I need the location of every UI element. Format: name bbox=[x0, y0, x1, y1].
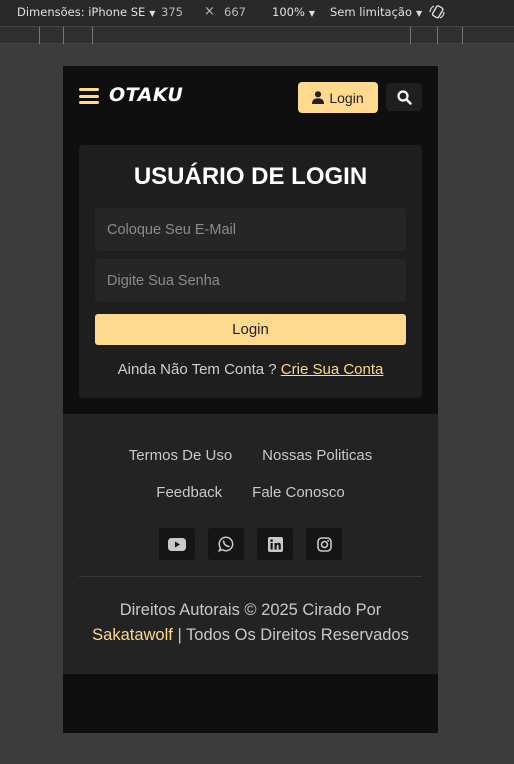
rotate-icon[interactable] bbox=[428, 3, 446, 21]
author-link[interactable]: Sakatawolf bbox=[92, 626, 173, 644]
brand-logo[interactable]: OTAKU bbox=[109, 84, 183, 106]
footer-link-terms[interactable]: Termos De Uso bbox=[129, 447, 232, 464]
login-submit-button[interactable]: Login bbox=[95, 314, 406, 345]
ruler-tick bbox=[39, 27, 40, 44]
login-title: USUÁRIO DE LOGIN bbox=[133, 163, 368, 190]
instagram-icon bbox=[316, 536, 332, 552]
chevron-down-icon: ▼ bbox=[415, 9, 423, 18]
footer-links-row: Termos De Uso Nossas Politicas bbox=[63, 447, 438, 464]
footer-divider bbox=[79, 576, 422, 577]
ruler-tick bbox=[410, 27, 411, 44]
copyright-line-2: Sakatawolf | Todos Os Direitos Reservado… bbox=[63, 623, 438, 648]
ruler-tick bbox=[63, 27, 64, 44]
throttle-label: Sem limitação bbox=[330, 5, 412, 19]
youtube-link[interactable] bbox=[159, 528, 195, 560]
copyright: Direitos Autorais © 2025 Cirado Por Saka… bbox=[63, 598, 438, 648]
footer-link-policies[interactable]: Nossas Politicas bbox=[262, 447, 372, 464]
chevron-down-icon: ▼ bbox=[308, 9, 316, 18]
copyright-line-1: Direitos Autorais © 2025 Cirado Por bbox=[119, 601, 382, 619]
youtube-icon bbox=[168, 537, 186, 551]
linkedin-link[interactable] bbox=[257, 528, 293, 560]
dimension-separator: × bbox=[204, 4, 215, 19]
devtools-device-toolbar: Dimensões: iPhone SE ▼ 375 × 667 100% ▼ Se… bbox=[0, 0, 514, 26]
search-icon bbox=[396, 89, 412, 105]
device-viewport: OTAKU Login USUÁRIO DE LOGIN Login Ainda… bbox=[63, 66, 438, 733]
signup-prompt: Ainda Não Tem Conta ? Crie Sua Conta bbox=[79, 361, 422, 378]
ruler-tick bbox=[437, 27, 438, 44]
whatsapp-link[interactable] bbox=[208, 528, 244, 560]
search-button[interactable] bbox=[386, 83, 422, 111]
footer-link-feedback[interactable]: Feedback bbox=[156, 484, 222, 501]
height-input[interactable]: 667 bbox=[224, 5, 246, 19]
footer-links-row: Feedback Fale Conosco bbox=[63, 484, 438, 501]
media-query-ruler bbox=[0, 26, 514, 44]
password-field[interactable] bbox=[95, 259, 406, 302]
chevron-down-icon: ▼ bbox=[149, 9, 156, 18]
device-select-label: Dimensões: iPhone SE bbox=[17, 5, 146, 19]
zoom-select[interactable]: 100% ▼ bbox=[272, 5, 315, 19]
user-icon bbox=[312, 91, 325, 104]
throttle-select[interactable]: Sem limitação ▼ bbox=[330, 5, 422, 19]
ruler-tick bbox=[462, 27, 463, 44]
rights-text: | Todos Os Direitos Reservados bbox=[172, 626, 409, 644]
login-button-label: Login bbox=[329, 89, 364, 106]
footer-link-contact[interactable]: Fale Conosco bbox=[252, 484, 345, 501]
social-links bbox=[63, 528, 438, 560]
hamburger-menu-icon[interactable] bbox=[79, 88, 99, 104]
signup-prompt-text: Ainda Não Tem Conta ? bbox=[117, 361, 277, 378]
footer: Termos De Uso Nossas Politicas Feedback … bbox=[63, 414, 438, 674]
device-select[interactable]: Dimensões: iPhone SE ▼ bbox=[17, 5, 155, 19]
ruler-tick bbox=[92, 27, 93, 44]
login-card: USUÁRIO DE LOGIN Login Ainda Não Tem Con… bbox=[79, 145, 422, 398]
linkedin-icon bbox=[267, 536, 283, 552]
login-button[interactable]: Login bbox=[298, 82, 378, 113]
width-input[interactable]: 375 bbox=[161, 5, 183, 19]
zoom-label: 100% bbox=[272, 5, 305, 19]
navbar: OTAKU Login bbox=[63, 66, 438, 128]
signup-link[interactable]: Crie Sua Conta bbox=[281, 361, 384, 378]
instagram-link[interactable] bbox=[306, 528, 342, 560]
email-field[interactable] bbox=[95, 208, 406, 251]
whatsapp-icon bbox=[218, 536, 234, 552]
